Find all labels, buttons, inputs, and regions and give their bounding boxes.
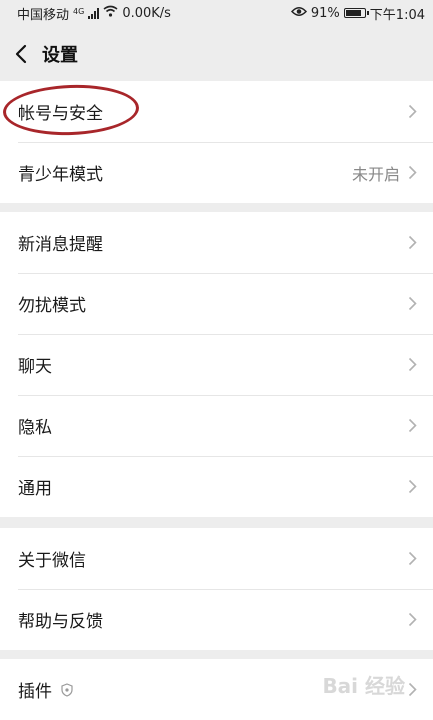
settings-item-label: 帐号与安全 <box>18 104 103 124</box>
carrier-name: 中国移动 <box>17 7 70 23</box>
chevron-right-icon <box>408 682 417 697</box>
chevron-right-icon <box>408 235 417 250</box>
settings-item-label: 勿扰模式 <box>18 296 86 316</box>
settings-item-label: 帮助与反馈 <box>18 612 103 632</box>
chevron-right-icon <box>408 551 417 566</box>
settings-item-label: 新消息提醒 <box>18 235 103 255</box>
page-title: 设置 <box>42 44 78 66</box>
settings-item-general[interactable]: 通用 <box>0 456 433 517</box>
chevron-right-icon <box>408 479 417 494</box>
chevron-right-icon <box>408 165 417 180</box>
chevron-right-icon <box>408 104 417 119</box>
watermark-logo: Bai 经验 <box>322 674 405 698</box>
chevron-right-icon <box>408 296 417 311</box>
settings-item-do-not-disturb[interactable]: 勿扰模式 <box>0 273 433 334</box>
settings-item-label: 青少年模式 <box>18 165 103 185</box>
plugin-shield-icon <box>61 682 73 697</box>
settings-item-help-feedback[interactable]: 帮助与反馈 <box>0 589 433 650</box>
battery-percent: 91% <box>310 5 340 21</box>
settings-item-privacy[interactable]: 隐私 <box>0 395 433 456</box>
chevron-right-icon <box>408 418 417 433</box>
settings-group-about: 关于微信 帮助与反馈 <box>0 528 433 650</box>
status-bar: 中国移动 4G 0.00K/s 91% 下午1:04 <box>0 0 433 26</box>
settings-item-label: 隐私 <box>18 418 52 438</box>
settings-item-label: 关于微信 <box>18 551 86 571</box>
settings-group-general: 新消息提醒 勿扰模式 聊天 隐私 通用 <box>0 212 433 517</box>
settings-item-about[interactable]: 关于微信 <box>0 528 433 589</box>
battery-icon <box>343 8 369 18</box>
nav-bar: 设置 <box>0 26 433 81</box>
settings-item-notifications[interactable]: 新消息提醒 <box>0 212 433 273</box>
settings-item-value: 未开启 <box>351 164 400 184</box>
wifi-icon <box>103 5 118 21</box>
chevron-right-icon <box>408 612 417 627</box>
settings-item-account-security[interactable]: 帐号与安全 <box>0 81 433 142</box>
network-type: 4G <box>73 6 85 16</box>
settings-group-account: 帐号与安全 青少年模式 未开启 <box>0 81 433 203</box>
settings-item-label: 聊天 <box>18 357 52 377</box>
settings-item-label: 通用 <box>18 479 52 499</box>
clock-time: 下午1:04 <box>369 7 425 23</box>
eye-icon <box>290 6 307 21</box>
chevron-right-icon <box>408 357 417 372</box>
chevron-left-icon <box>15 44 27 63</box>
back-button[interactable] <box>0 26 42 81</box>
settings-item-youth-mode[interactable]: 青少年模式 未开启 <box>0 142 433 203</box>
settings-item-chat[interactable]: 聊天 <box>0 334 433 395</box>
network-speed: 0.00K/s <box>122 5 171 21</box>
signal-icon <box>88 7 100 19</box>
settings-item-label: 插件 <box>18 682 52 702</box>
